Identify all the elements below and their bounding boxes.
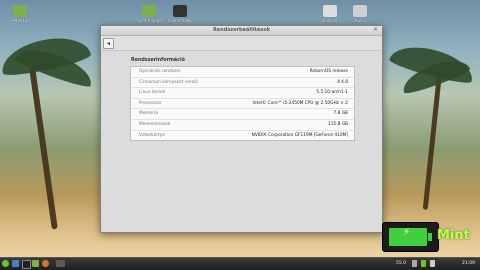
desktop-icon-label: Számítógép bbox=[168, 18, 192, 23]
back-button[interactable]: ◂ bbox=[103, 38, 114, 49]
desktop-icon-label: Kuka bbox=[355, 18, 365, 23]
window-title: Rendszerbeállítások bbox=[212, 27, 271, 33]
info-row-disks: Merevlemezek 115.8 GB bbox=[131, 120, 354, 131]
desktop-icon-label: Petra (g) bbox=[11, 18, 29, 23]
palm-tree-left bbox=[0, 0, 110, 240]
battery-indicator: ⚡ bbox=[382, 222, 439, 252]
monitor-icon bbox=[173, 5, 187, 17]
battery-tray-icon[interactable] bbox=[421, 260, 426, 267]
window-titlebar[interactable]: Rendszerbeállítások × bbox=[101, 26, 382, 36]
network-icon bbox=[323, 5, 337, 17]
sound-tray-icon[interactable] bbox=[430, 260, 435, 267]
home-folder-icon bbox=[142, 5, 156, 17]
system-info-table: Operációs rendszer RebornOS release Cinn… bbox=[130, 66, 355, 142]
desktop-icon-petra[interactable]: Petra (g) bbox=[2, 5, 38, 23]
info-row-processor: Processzor Intel© Core™ i5-2450M CPU @ 2… bbox=[131, 99, 354, 110]
info-value: 5.5.10-arch1-1 bbox=[316, 90, 348, 96]
bottom-panel: 55.0 21:09 bbox=[0, 257, 480, 270]
info-value: Intel© Core™ i5-2450M CPU @ 2.50GHz × 2 bbox=[252, 100, 348, 106]
mint-logo: Mint bbox=[437, 228, 470, 243]
panel-clock[interactable]: 21:09 bbox=[462, 260, 475, 267]
browser-icon[interactable] bbox=[42, 260, 49, 267]
show-desktop-icon[interactable] bbox=[12, 260, 19, 267]
info-row-memory: Memória 7.8 GB bbox=[131, 109, 354, 120]
info-key: Linux kernel bbox=[139, 90, 166, 96]
section-title: Rendszerinformáció bbox=[131, 58, 185, 63]
info-row-cinnamon: Cinnamon környezet verzió 4.4.8 bbox=[131, 78, 354, 89]
info-row-kernel: Linux kernel 5.5.10-arch1-1 bbox=[131, 88, 354, 99]
info-key: Memória bbox=[139, 111, 158, 117]
volume-readout: 55.0 bbox=[396, 261, 407, 266]
battery-tip bbox=[428, 233, 432, 241]
terminal-icon[interactable] bbox=[22, 260, 31, 269]
folder-icon bbox=[13, 5, 27, 17]
info-row-graphics: Videokártya NVIDIA Corporation GF119M [G… bbox=[131, 131, 354, 141]
info-key: Merevlemezek bbox=[139, 121, 171, 127]
info-key: Operációs rendszer bbox=[139, 69, 181, 74]
info-value: NVIDIA Corporation GF119M [GeForce 410M] bbox=[251, 132, 348, 138]
network-tray-icon[interactable] bbox=[412, 260, 417, 267]
close-button[interactable]: × bbox=[372, 27, 379, 33]
info-value: 4.4.8 bbox=[337, 79, 348, 85]
info-row-os: Operációs rendszer RebornOS release bbox=[131, 67, 354, 78]
settings-window-task[interactable] bbox=[56, 260, 65, 267]
trash-icon bbox=[353, 5, 367, 17]
files-icon[interactable] bbox=[32, 260, 39, 267]
info-key: Videokártya bbox=[139, 132, 165, 138]
charging-bolt-icon: ⚡ bbox=[403, 227, 411, 238]
palm-tree-right bbox=[380, 20, 480, 220]
info-key: Processzor bbox=[139, 100, 162, 106]
desktop-icon-computer[interactable]: Számítógép bbox=[162, 5, 198, 23]
window-toolbar: ◂ bbox=[101, 36, 382, 51]
system-settings-window: Rendszerbeállítások × ◂ Rendszerinformác… bbox=[100, 25, 383, 233]
info-value: 115.8 GB bbox=[328, 121, 348, 127]
info-value: 7.8 GB bbox=[333, 111, 348, 117]
desktop-icon-trash[interactable]: Kuka bbox=[342, 5, 378, 23]
info-key: Cinnamon környezet verzió bbox=[139, 79, 198, 85]
info-value: RebornOS release bbox=[309, 69, 348, 74]
menu-button[interactable] bbox=[2, 260, 9, 267]
